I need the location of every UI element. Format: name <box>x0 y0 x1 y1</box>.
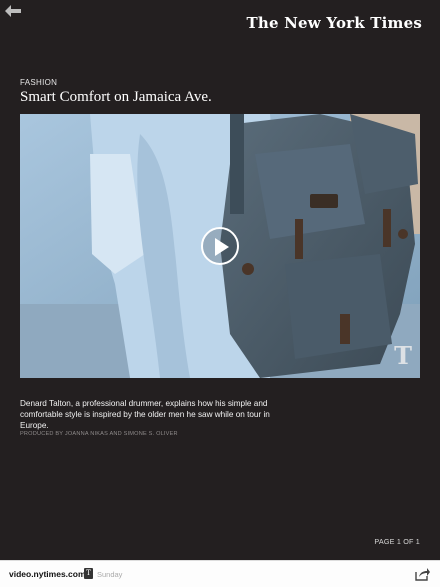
nyt-badge-icon: T <box>84 568 93 579</box>
site-url[interactable]: video.nytimes.com <box>9 569 86 579</box>
day-label: Sunday <box>97 570 123 579</box>
play-icon <box>215 238 229 256</box>
article-title: Smart Comfort on Jamaica Ave. <box>20 89 212 105</box>
bottom-bar: video.nytimes.com T Sunday <box>0 560 440 587</box>
back-arrow-icon[interactable] <box>4 4 22 18</box>
video-credit: PRODUCED BY JOANNA NIKAS AND SIMONE S. O… <box>20 431 178 437</box>
nyt-t-watermark: T <box>394 341 412 370</box>
section-label: FASHION <box>20 78 58 87</box>
page-indicator: PAGE 1 OF 1 <box>374 537 420 546</box>
video-player[interactable]: T <box>20 114 420 378</box>
play-button[interactable] <box>201 227 239 265</box>
share-icon[interactable] <box>415 567 430 581</box>
video-caption: Denard Talton, a professional drummer, e… <box>20 399 270 430</box>
masthead-logo: The New York Times <box>246 14 422 32</box>
